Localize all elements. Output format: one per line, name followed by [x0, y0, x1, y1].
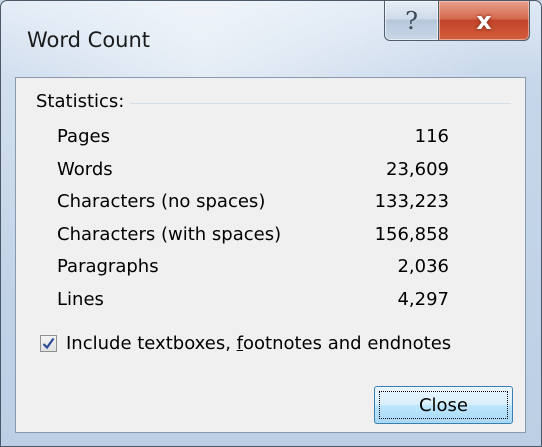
dialog-body: Statistics: Pages 116 Words 23,609 Chara… — [15, 77, 526, 433]
stat-row-pages: Pages 116 — [57, 126, 449, 159]
label-text: ootnotes and endnotes — [243, 333, 452, 354]
stat-value: 23,609 — [386, 158, 449, 180]
stat-value: 4,297 — [397, 288, 449, 310]
stat-value: 156,858 — [374, 223, 449, 245]
stat-label: Lines — [57, 288, 104, 310]
include-option-label: Include textboxes, footnotes and endnote… — [66, 333, 451, 354]
help-button[interactable]: ? — [384, 1, 439, 41]
title-bar[interactable]: Word Count ? x — [1, 1, 541, 77]
stat-row-lines: Lines 4,297 — [57, 289, 449, 322]
word-count-dialog: Word Count ? x Statistics: Pages 116 Wor… — [0, 0, 542, 447]
stat-row-characters-with-spaces: Characters (with spaces) 156,858 — [57, 224, 449, 257]
stat-label: Paragraphs — [57, 256, 159, 277]
close-button-label: Close — [418, 394, 469, 416]
statistics-heading: Statistics: — [36, 91, 131, 112]
stat-row-words: Words 23,609 — [57, 159, 449, 192]
stat-label: Characters (no spaces) — [57, 191, 266, 212]
stat-value: 116 — [414, 126, 449, 147]
close-button[interactable]: Close — [374, 386, 513, 424]
stat-label: Characters (with spaces) — [57, 223, 282, 245]
stat-value: 2,036 — [397, 256, 449, 277]
stat-row-paragraphs: Paragraphs 2,036 — [57, 256, 449, 289]
window-title: Word Count — [27, 28, 151, 52]
checkmark-icon — [42, 337, 55, 350]
include-textboxes-footnotes-checkbox[interactable]: Include textboxes, footnotes and endnote… — [40, 333, 451, 354]
label-text: Include textboxes, — [66, 333, 237, 354]
close-icon: x — [476, 6, 492, 35]
statistics-list: Pages 116 Words 23,609 Characters (no sp… — [57, 126, 449, 321]
stat-value: 133,223 — [374, 191, 449, 212]
stat-label: Words — [57, 158, 113, 180]
help-icon: ? — [405, 6, 418, 35]
stat-label: Pages — [57, 126, 110, 147]
window-close-button[interactable]: x — [438, 1, 530, 41]
checkbox[interactable] — [40, 335, 57, 352]
stat-row-characters-no-spaces: Characters (no spaces) 133,223 — [57, 191, 449, 224]
